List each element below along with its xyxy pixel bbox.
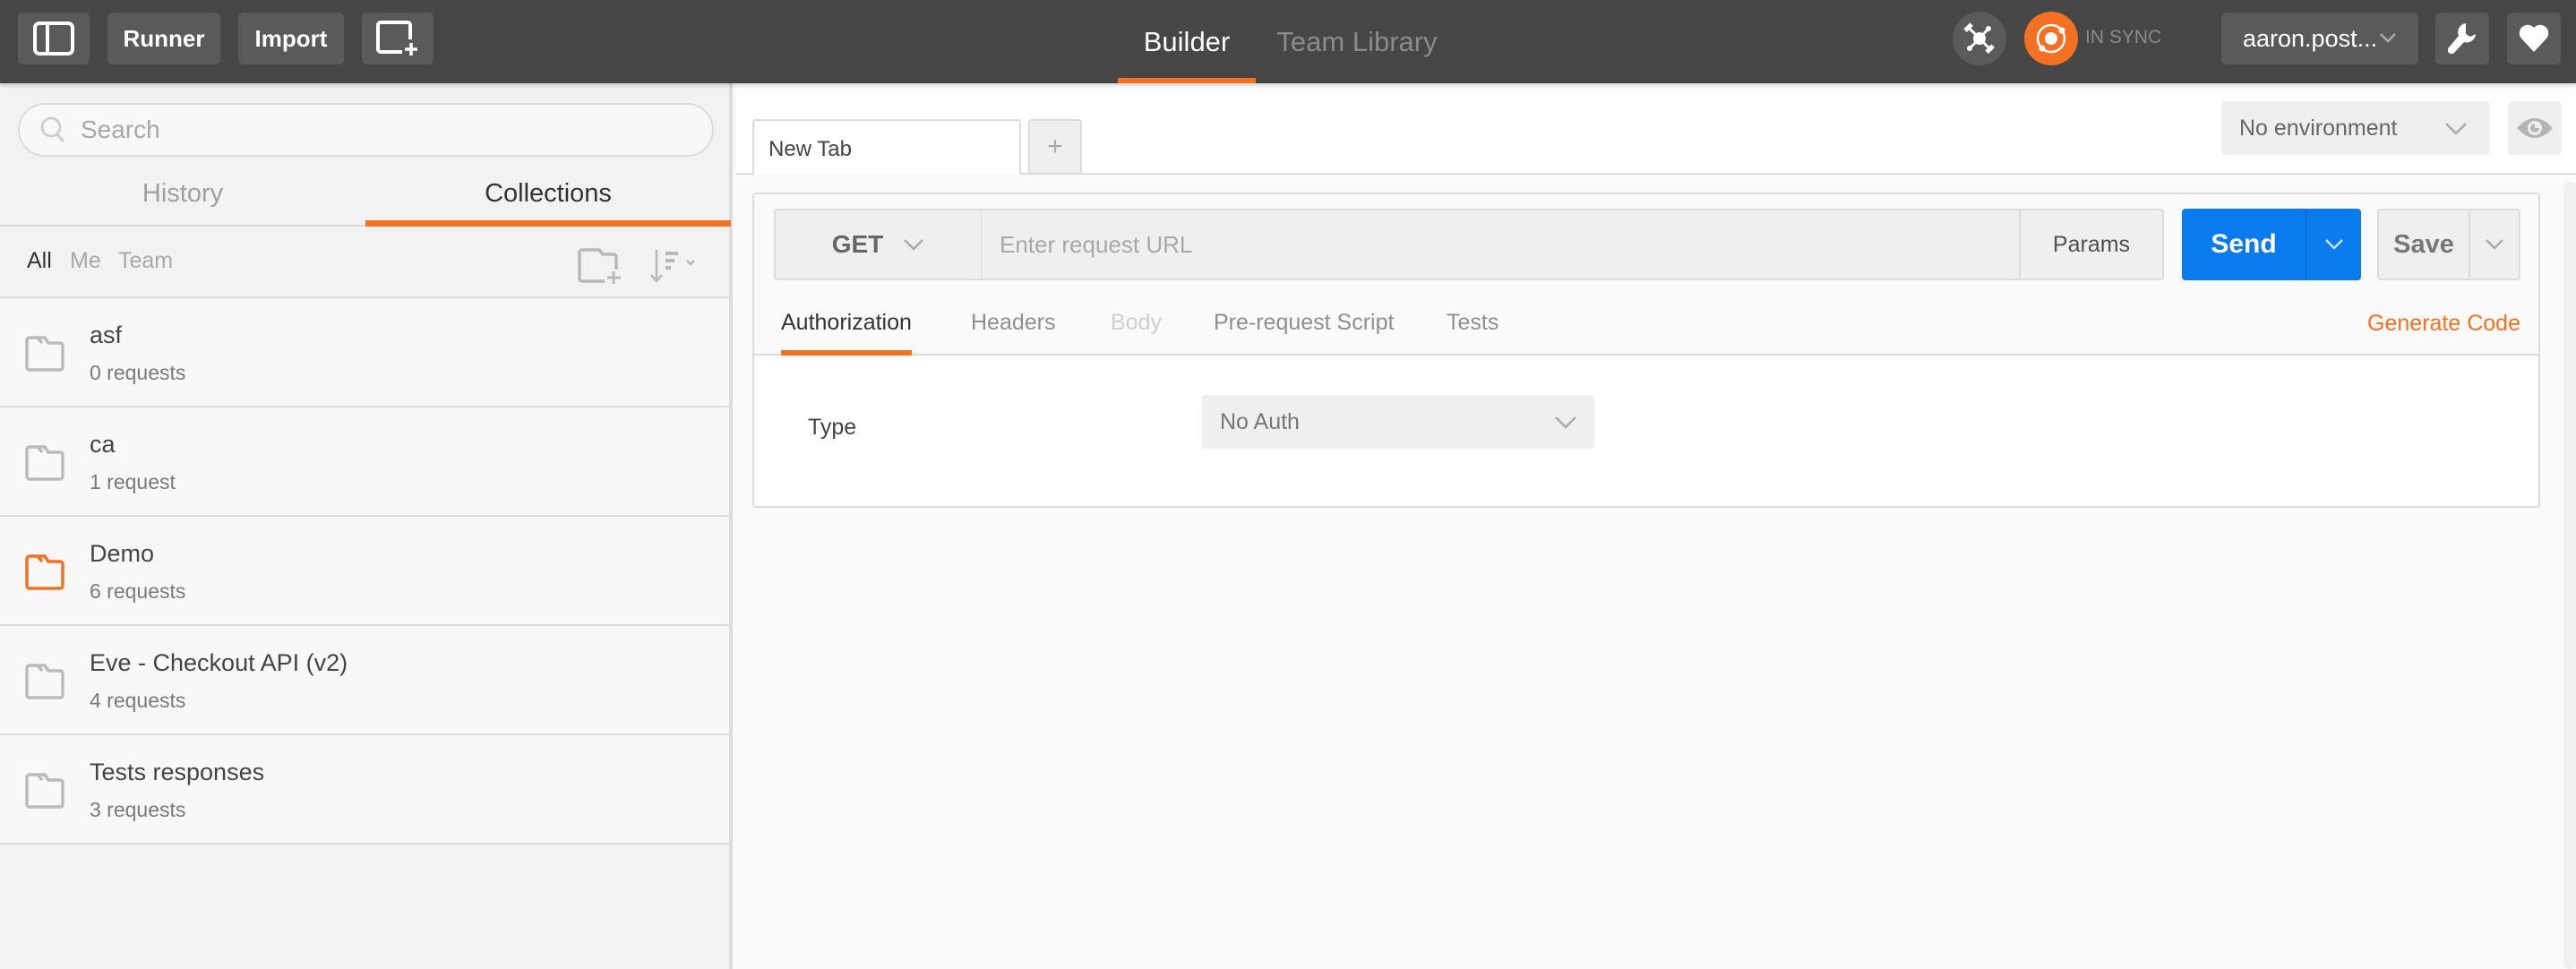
collection-list: asf 0 requests ca 1 request Demo 6 reque… — [0, 298, 729, 845]
request-tab-bar: New Tab + No environment — [736, 83, 2576, 175]
url-input[interactable] — [1000, 230, 1985, 259]
chevron-down-icon — [2486, 239, 2503, 250]
collection-item[interactable]: Demo 6 requests — [0, 517, 729, 626]
collection-item[interactable]: Tests responses 3 requests — [0, 735, 729, 845]
sidebar-tabs: History Collections — [0, 162, 731, 227]
environment-select[interactable]: No environment — [2221, 101, 2490, 155]
chevron-down-icon — [2324, 239, 2343, 250]
import-button[interactable]: Import — [238, 13, 344, 64]
sidebar: History Collections All Me Team asf 0 re… — [0, 83, 733, 969]
collection-filters: All Me Team — [0, 227, 729, 298]
search-box[interactable] — [18, 103, 714, 157]
method-select[interactable]: GET — [774, 209, 982, 280]
new-window-button[interactable] — [362, 13, 434, 64]
top-toolbar: Runner Import Builder Team Library IN SY… — [0, 0, 2576, 83]
folder-icon — [25, 664, 64, 699]
collection-name: Demo — [90, 540, 155, 567]
main-scrollbar[interactable] — [2563, 182, 2576, 969]
save-options-button[interactable] — [2469, 210, 2519, 279]
auth-type-select[interactable]: No Auth — [1202, 395, 1594, 449]
collection-item[interactable]: ca 1 request — [0, 407, 729, 517]
sync-status-button[interactable] — [2024, 12, 2078, 65]
sidebar-toggle-icon — [33, 21, 74, 56]
collection-name: Eve - Checkout API (v2) — [90, 649, 348, 676]
sync-status-text: IN SYNC — [2085, 27, 2162, 47]
folder-icon — [25, 336, 64, 372]
filter-me[interactable]: Me — [70, 248, 101, 274]
subtab-pre-request-script[interactable]: Pre-request Script — [1214, 291, 1394, 354]
collection-name: Tests responses — [90, 759, 265, 785]
search-icon — [40, 116, 65, 143]
request-tab[interactable]: New Tab — [752, 119, 1021, 175]
add-tab-button[interactable]: + — [1028, 119, 1082, 173]
auth-type-label: Type — [808, 415, 857, 440]
folder-icon — [25, 554, 64, 590]
method-value: GET — [831, 230, 884, 258]
save-button[interactable]: Save — [2379, 210, 2469, 279]
collection-item[interactable]: Eve - Checkout API (v2) 4 requests — [0, 626, 729, 735]
heart-icon — [2519, 24, 2549, 52]
sync-icon — [2036, 23, 2066, 54]
save-button-group: Save — [2377, 209, 2520, 280]
search-input[interactable] — [81, 116, 663, 144]
tab-history[interactable]: History — [0, 162, 365, 225]
subtab-tests[interactable]: Tests — [1447, 291, 1498, 354]
subtab-body: Body — [1111, 309, 1162, 335]
toggle-sidebar-button[interactable] — [18, 13, 90, 64]
collection-name: asf — [90, 322, 123, 348]
satellite-icon — [1963, 22, 1995, 54]
folder-icon — [25, 773, 64, 809]
params-button[interactable]: Params — [2019, 209, 2164, 280]
interceptor-button[interactable] — [1953, 12, 2006, 65]
runner-button[interactable]: Runner — [107, 13, 220, 64]
url-field[interactable] — [982, 209, 2019, 280]
sort-icon[interactable] — [649, 248, 703, 284]
collection-count: 0 requests — [90, 361, 186, 384]
settings-button[interactable] — [2435, 13, 2489, 64]
request-builder: New Tab + No environment GET Params Send — [736, 83, 2576, 969]
eye-icon — [2517, 118, 2553, 138]
filter-team[interactable]: Team — [118, 248, 173, 274]
wrench-icon — [2447, 23, 2476, 55]
chevron-down-icon — [2380, 33, 2396, 43]
collection-name: ca — [90, 431, 116, 458]
favorite-button[interactable] — [2507, 13, 2561, 64]
nav-tab-builder[interactable]: Builder — [1118, 0, 1256, 83]
request-bar-area: GET Params Send Save Authorization Heade — [754, 194, 2538, 356]
subtab-headers[interactable]: Headers — [971, 291, 1056, 354]
nav-tab-team-library[interactable]: Team Library — [1272, 0, 1442, 83]
folder-icon — [25, 445, 64, 481]
subtab-authorization[interactable]: Authorization — [781, 291, 912, 356]
tab-collections[interactable]: Collections — [365, 162, 731, 227]
chevron-down-icon — [2445, 123, 2467, 135]
environment-value: No environment — [2239, 115, 2398, 141]
user-name: aaron.post... — [2243, 24, 2378, 52]
collection-count: 1 request — [90, 470, 176, 493]
chevron-down-icon — [1555, 416, 1576, 429]
collection-count: 4 requests — [90, 689, 186, 712]
collection-item[interactable]: asf 0 requests — [0, 298, 729, 407]
filter-all[interactable]: All — [27, 248, 52, 274]
collection-count: 6 requests — [90, 579, 186, 603]
send-button-group: Send — [2182, 209, 2361, 280]
environment-quick-look-button[interactable] — [2508, 101, 2562, 155]
generate-code-link[interactable]: Generate Code — [2367, 311, 2520, 337]
request-panel: GET Params Send Save Authorization Heade — [752, 193, 2540, 508]
send-options-button[interactable] — [2306, 209, 2361, 280]
auth-type-value: No Auth — [1220, 408, 1300, 434]
chevron-down-icon — [904, 239, 924, 251]
new-window-icon — [376, 21, 417, 56]
send-button[interactable]: Send — [2182, 209, 2306, 280]
collection-count: 3 requests — [90, 798, 186, 821]
user-menu-button[interactable]: aaron.post... — [2221, 13, 2418, 64]
folder-plus-icon[interactable] — [578, 248, 624, 284]
